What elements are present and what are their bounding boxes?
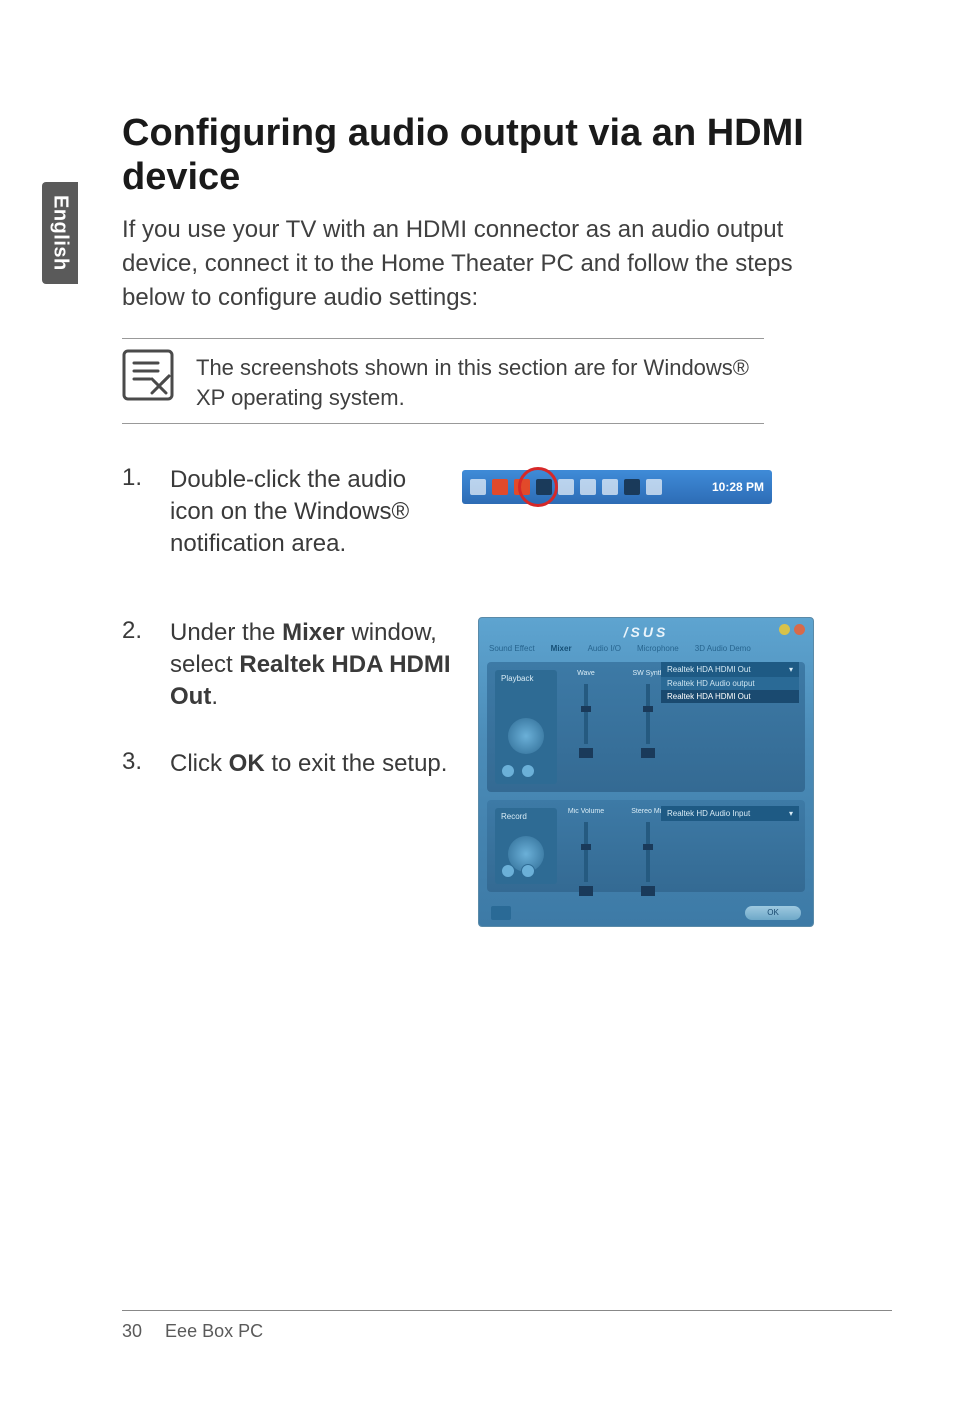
mixer-icon: [491, 906, 511, 920]
window-controls: [779, 624, 805, 635]
playback-sliders: Wave SW Synth: [565, 670, 669, 758]
taskbar-clock: 10:28 PM: [712, 480, 764, 494]
slider-mic-label: Mic Volume: [565, 808, 607, 818]
record-label: Record: [495, 808, 557, 825]
dropdown-selected: Realtek HDA HDMI Out▾: [661, 662, 799, 677]
output-dropdown: Realtek HDA HDMI Out▾ Realtek HD Audio o…: [661, 662, 799, 703]
mute-mic: [579, 886, 593, 896]
page: English Configuring audio output via an …: [0, 0, 954, 1418]
tab-mixer: Mixer: [551, 644, 572, 653]
doc-title: Eee Box PC: [165, 1321, 263, 1341]
playback-master: Playback: [495, 670, 557, 784]
tray-icon: [470, 479, 486, 495]
dropdown-option-1: Realtek HD Audio output: [661, 677, 799, 690]
minimize-icon: [779, 624, 790, 635]
slider-stereo: [646, 822, 650, 882]
ok-button: OK: [745, 906, 801, 920]
slider-sw: [646, 684, 650, 744]
mute-sw: [641, 748, 655, 758]
step-2: 2. Under the Mixer window, select Realte…: [122, 617, 458, 714]
slider-mic: [584, 822, 588, 882]
step-1-text: Double-click the audio icon on the Windo…: [170, 464, 442, 561]
step-3-number: 3.: [122, 748, 152, 776]
tray-icon: [580, 479, 596, 495]
steps-2-3-row: 2. Under the Mixer window, select Realte…: [122, 617, 892, 927]
tray-icon-bluetooth: [624, 479, 640, 495]
page-title: Configuring audio output via an HDMI dev…: [122, 112, 892, 199]
step-3: 3. Click OK to exit the setup.: [122, 748, 458, 780]
chevron-down-icon: ▾: [789, 665, 793, 674]
tray-icon: [558, 479, 574, 495]
tray-icon: [602, 479, 618, 495]
step-1-row: 1. Double-click the audio icon on the Wi…: [122, 464, 892, 561]
footer: 30 Eee Box PC: [122, 1310, 892, 1342]
step-2-number: 2.: [122, 617, 152, 645]
slider-wave: [584, 684, 588, 744]
step-3-text: Click OK to exit the setup.: [170, 748, 458, 780]
page-number: 30: [122, 1321, 142, 1341]
record-sliders: Mic Volume Stereo Mix: [565, 808, 669, 896]
chevron-down-icon: ▾: [789, 809, 793, 818]
tray-icon-volume: [514, 479, 530, 495]
tab-sound-effect: Sound Effect: [489, 644, 535, 653]
note-icon: [122, 349, 174, 401]
mixer-screenshot: /SUS Sound Effect Mixer Audio I/O Microp…: [478, 617, 814, 927]
content-area: Configuring audio output via an HDMI dev…: [122, 112, 892, 927]
tab-3d-audio: 3D Audio Demo: [695, 644, 751, 653]
tray-icon: [646, 479, 662, 495]
close-icon: [794, 624, 805, 635]
tray-icon-audio: [492, 479, 508, 495]
dropdown-option-2: Realtek HDA HDMI Out: [661, 690, 799, 703]
mixer-tabs: Sound Effect Mixer Audio I/O Microphone …: [489, 644, 803, 653]
taskbar-screenshot: 10:28 PM: [462, 470, 892, 510]
slider-wave-label: Wave: [565, 670, 607, 680]
step-1-number: 1.: [122, 464, 152, 561]
intro-paragraph: If you use your TV with an HDMI connecto…: [122, 213, 802, 314]
language-tab-label: English: [49, 195, 72, 271]
note-box: The screenshots shown in this section ar…: [122, 338, 764, 423]
mixer-brand: /SUS: [479, 624, 813, 640]
taskbar: 10:28 PM: [462, 470, 772, 504]
playback-knob: [508, 718, 544, 754]
mute-stereo: [641, 886, 655, 896]
input-dropdown: Realtek HD Audio Input▾: [661, 806, 799, 821]
language-tab: English: [42, 182, 78, 284]
mute-wave: [579, 748, 593, 758]
note-text: The screenshots shown in this section ar…: [196, 349, 764, 412]
record-master: Record: [495, 808, 557, 884]
tab-audio-io: Audio I/O: [588, 644, 621, 653]
step-2-text: Under the Mixer window, select Realtek H…: [170, 617, 458, 714]
tray-icon: [536, 479, 552, 495]
tab-microphone: Microphone: [637, 644, 679, 653]
playback-label: Playback: [495, 670, 557, 687]
